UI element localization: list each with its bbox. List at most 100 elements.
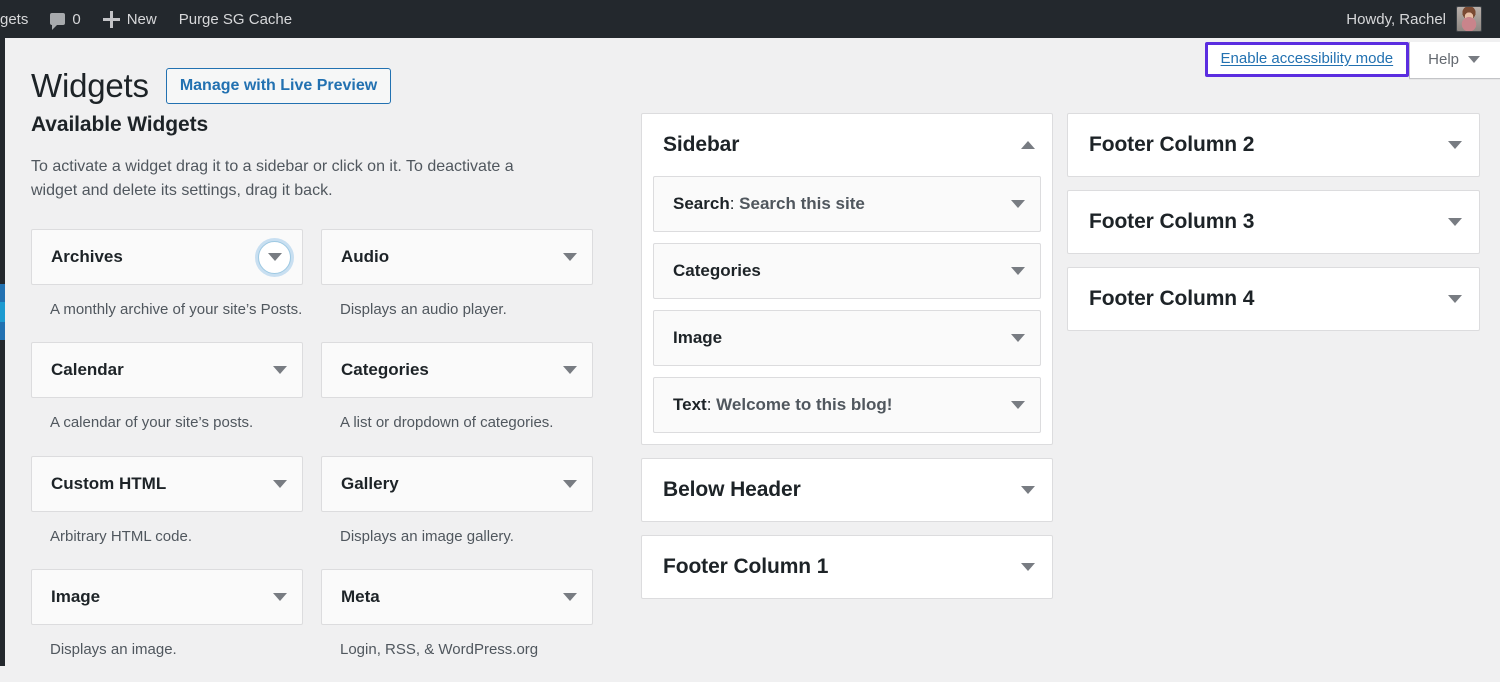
sidebar-panel-header[interactable]: Footer Column 4 (1068, 268, 1479, 330)
sidebar-panel: Footer Column 1 (641, 535, 1053, 599)
widget-card[interactable]: Image (31, 568, 303, 625)
assigned-widget-type: Image (673, 328, 723, 347)
enable-accessibility-mode-link[interactable]: Enable accessibility mode (1221, 50, 1394, 67)
widget-card[interactable]: Audio (321, 229, 593, 285)
howdy-label: Howdy, Rachel (1346, 10, 1446, 28)
comment-icon (50, 13, 66, 30)
widget-name: Gallery (341, 473, 399, 493)
chevron-down-icon[interactable] (1011, 200, 1025, 208)
admin-bar-right: Howdy, Rachel (1338, 0, 1500, 38)
widget-name: Calendar (51, 360, 124, 380)
assigned-widget-title: Text: Welcome to this blog! (673, 395, 893, 414)
chevron-down-icon[interactable] (1448, 141, 1462, 149)
purge-label: Purge SG Cache (178, 10, 293, 28)
available-widgets-grid: Archives A monthly archive of your site’s… (31, 229, 601, 682)
chevron-down-icon[interactable] (1448, 295, 1462, 303)
assigned-widget-type: Search (673, 194, 730, 213)
sidebar-panel-title: Footer Column 2 (1089, 133, 1255, 156)
chevron-down-icon (1468, 56, 1480, 63)
sidebar-panel-title: Footer Column 3 (1089, 210, 1255, 233)
widget-name: Categories (341, 360, 429, 380)
site-name-label: gets (0, 10, 29, 28)
chevron-down-icon[interactable] (563, 366, 577, 375)
widget-name: Image (51, 586, 101, 606)
sidebar-panel-header[interactable]: Footer Column 2 (1068, 114, 1479, 176)
sidebar-panel-title: Below Header (663, 478, 801, 501)
sidebar-panel: Footer Column 2 (1067, 113, 1480, 177)
sidebars-column-right: Footer Column 2 Footer Column 3 Footer Col… (1067, 113, 1480, 344)
chevron-down-icon[interactable] (273, 592, 287, 601)
sidebar-panel-title: Sidebar (663, 133, 740, 156)
sidebar-panel: Footer Column 3 (1067, 190, 1480, 254)
avatar (1456, 6, 1482, 32)
admin-bar-my-account[interactable]: Howdy, Rachel (1338, 6, 1490, 32)
comments-count: 0 (72, 10, 81, 28)
help-tab-label: Help (1428, 51, 1459, 68)
available-widgets-description: To activate a widget drag it to a sideba… (31, 158, 514, 199)
sidebars-column-middle: Sidebar Search: Search this site Categorie… (641, 113, 1053, 612)
assigned-widget-title: Image (673, 328, 722, 348)
widget-description: Login, RSS, & WordPress.org (340, 640, 539, 658)
assigned-widget[interactable]: Image (653, 310, 1041, 366)
sidebar-panel-title: Footer Column 1 (663, 555, 829, 578)
chevron-down-icon[interactable] (563, 592, 577, 601)
assigned-widget-value: Welcome to this blog! (716, 395, 893, 414)
sidebar-panel-header[interactable]: Sidebar (642, 114, 1052, 176)
chevron-down-icon[interactable] (1011, 267, 1025, 275)
chevron-down-icon[interactable] (1011, 401, 1025, 409)
admin-bar-comments[interactable]: 0 (39, 0, 91, 38)
assigned-widget[interactable]: Text: Welcome to this blog! (653, 377, 1041, 433)
accessibility-mode-focus-box: Enable accessibility mode (1204, 42, 1410, 77)
widget-description: Arbitrary HTML code. (50, 527, 192, 545)
widget-card[interactable]: Custom HTML (31, 455, 303, 512)
admin-bar-site-name[interactable]: gets (0, 0, 39, 38)
available-widget-item: Categories A list or dropdown of categori… (321, 342, 593, 434)
chevron-down-icon[interactable] (273, 479, 287, 488)
widget-description: Displays an audio player. (340, 301, 507, 318)
sidebar-panel-header[interactable]: Footer Column 1 (642, 536, 1052, 598)
widget-card[interactable]: Meta (321, 568, 593, 625)
chevron-down-icon (267, 253, 282, 261)
available-widgets-section: Available Widgets To activate a widget d… (31, 113, 601, 682)
sidebar-panel-header[interactable]: Below Header (642, 459, 1052, 521)
chevron-up-icon[interactable] (1021, 141, 1035, 149)
assigned-widget-title: Search: Search this site (673, 194, 865, 213)
chevron-down-icon[interactable] (273, 366, 287, 375)
help-tab-button[interactable]: Help (1409, 42, 1500, 79)
assigned-widget-type: Text (673, 395, 707, 414)
assigned-widget-type: Categories (673, 261, 761, 280)
assigned-widget-title: Categories (673, 261, 761, 281)
available-widgets-heading: Available Widgets (31, 113, 209, 136)
chevron-down-icon[interactable] (1448, 218, 1462, 226)
chevron-down-icon[interactable] (563, 253, 577, 261)
admin-bar-new-content[interactable]: New (92, 0, 168, 38)
chevron-down-icon[interactable] (1021, 486, 1035, 494)
admin-bar-left: gets 0 New Purge SG Cache (0, 0, 303, 38)
widget-description: A calendar of your site’s posts. (50, 414, 254, 432)
chevron-down-icon[interactable] (1011, 334, 1025, 342)
widget-description: A monthly archive of your site’s Posts. (50, 301, 303, 318)
widget-description: Displays an image. (50, 640, 177, 658)
sidebar-panel: Sidebar Search: Search this site Categorie… (641, 113, 1053, 445)
manage-with-live-preview-button[interactable]: Manage with Live Preview (165, 67, 392, 105)
widget-card[interactable]: Archives (31, 229, 303, 285)
plus-icon (102, 10, 120, 28)
available-widget-item: Custom HTML Arbitrary HTML code. (31, 455, 303, 548)
sidebar-panel-title: Footer Column 4 (1089, 287, 1255, 310)
sidebar-panel-body: Search: Search this site Categories Image T… (642, 176, 1052, 444)
available-widget-item: Gallery Displays an image gallery. (321, 455, 593, 548)
page-title: Widgets (31, 67, 149, 104)
widget-card[interactable]: Gallery (321, 455, 593, 512)
chevron-down-icon[interactable] (563, 479, 577, 488)
assigned-widget[interactable]: Categories (653, 243, 1041, 299)
widget-description: Displays an image gallery. (340, 527, 514, 545)
available-widget-item: Calendar A calendar of your site’s posts. (31, 342, 303, 434)
admin-bar-purge-sg-cache[interactable]: Purge SG Cache (168, 0, 303, 38)
widget-card[interactable]: Calendar (31, 342, 303, 399)
widget-toggle-button[interactable] (258, 240, 291, 274)
sidebar-panel: Below Header (641, 458, 1053, 522)
assigned-widget[interactable]: Search: Search this site (653, 176, 1041, 232)
widget-card[interactable]: Categories (321, 342, 593, 399)
chevron-down-icon[interactable] (1021, 563, 1035, 571)
sidebar-panel-header[interactable]: Footer Column 3 (1068, 191, 1479, 253)
